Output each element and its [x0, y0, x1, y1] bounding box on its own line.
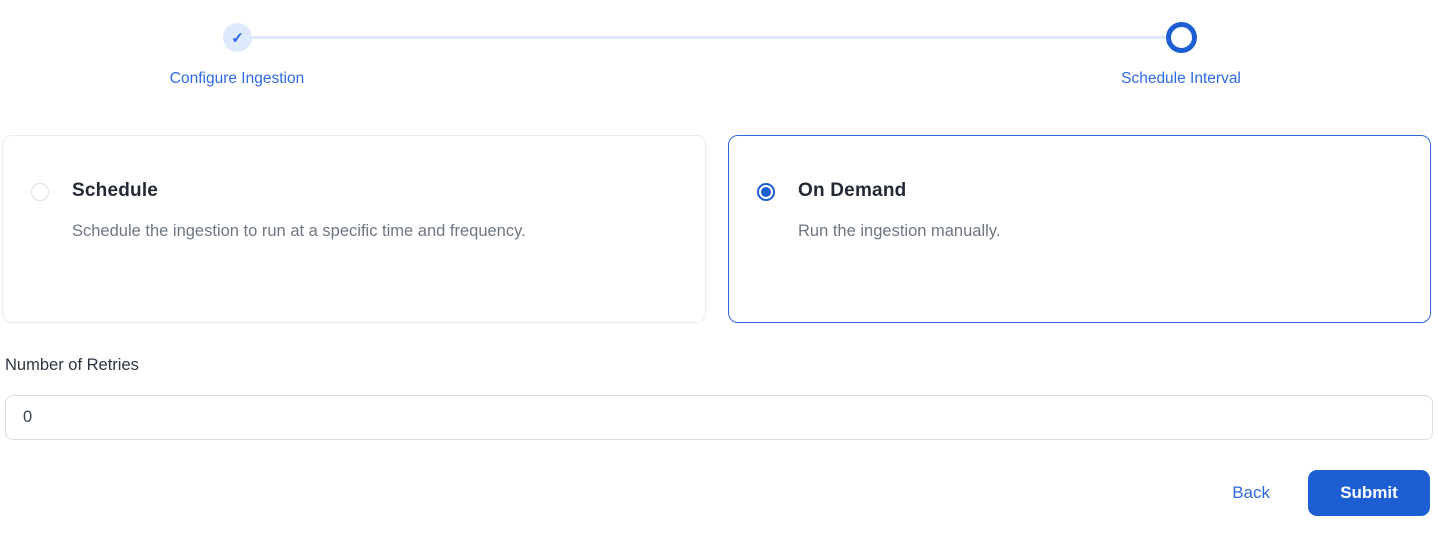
number-of-retries-label: Number of Retries [5, 356, 139, 374]
option-title-schedule: Schedule [72, 180, 159, 201]
step-active-circle-icon[interactable] [1166, 22, 1197, 53]
radio-on-demand[interactable] [757, 183, 775, 201]
option-card-on-demand-content: On Demand Run the ingestion manually. [798, 180, 1000, 322]
stepper-connector-line [251, 36, 1167, 39]
option-description-on-demand: Run the ingestion manually. [798, 222, 1001, 240]
option-card-schedule[interactable]: Schedule Schedule the ingestion to run a… [2, 135, 706, 323]
option-description-schedule: Schedule the ingestion to run at a speci… [72, 222, 526, 240]
step-completed-check-icon[interactable]: ✓ [223, 23, 252, 52]
stepper-step-schedule-interval[interactable]: Schedule Interval [1071, 70, 1291, 88]
number-of-retries-input[interactable] [5, 395, 1433, 440]
option-card-on-demand[interactable]: On Demand Run the ingestion manually. [728, 135, 1431, 323]
option-title-on-demand: On Demand [798, 180, 907, 201]
option-card-schedule-content: Schedule Schedule the ingestion to run a… [72, 180, 526, 322]
back-button[interactable]: Back [1232, 483, 1270, 503]
check-icon: ✓ [231, 29, 244, 47]
schedule-options-group: Schedule Schedule the ingestion to run a… [2, 135, 1431, 323]
submit-button[interactable]: Submit [1308, 470, 1430, 516]
radio-schedule[interactable] [31, 183, 49, 201]
stepper-step-configure-ingestion[interactable]: Configure Ingestion [127, 70, 347, 88]
footer-actions: Back Submit [1232, 470, 1430, 516]
